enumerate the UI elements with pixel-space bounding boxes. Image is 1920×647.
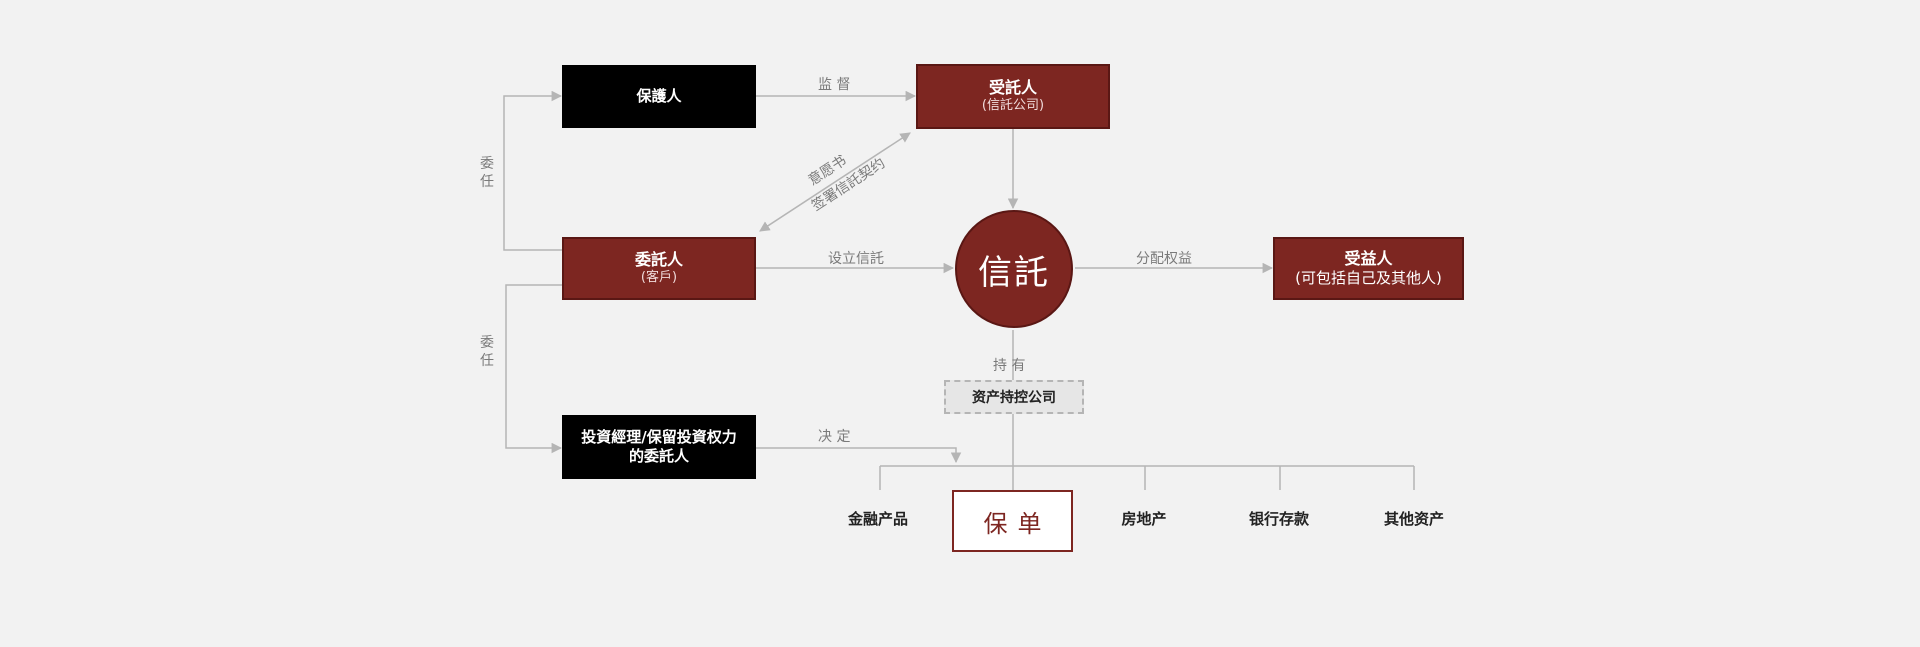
trustee-sublabel: (信託公司) [981, 98, 1045, 114]
settlor-sublabel: (客戶) [640, 270, 678, 286]
settlor-label: 委託人 [634, 250, 683, 270]
appoint-manager-label: 委任 [480, 335, 494, 369]
edge-appoint-guardian [503, 90, 563, 251]
edge-decide [756, 447, 962, 464]
policy-label: 保单 [983, 509, 1052, 538]
asset-other: 其他资产 [1383, 510, 1445, 528]
appoint-guardian-label: 委任 [480, 156, 494, 190]
asset-bank-deposits: 银行存款 [1248, 510, 1310, 528]
guardian-label: 保護人 [636, 87, 682, 106]
hold-label: 持 有 [993, 358, 1026, 374]
supervise-label: 监 督 [818, 77, 851, 93]
holding-company-label: 资产持控公司 [972, 390, 1056, 406]
decide-label: 决 定 [818, 429, 851, 445]
beneficiary-box: 受益人 (可包括自己及其他人) [1273, 237, 1464, 300]
asset-real-estate: 房地产 [1121, 510, 1167, 528]
distribute-rights-label: 分配权益 [1136, 251, 1192, 267]
trustee-box: 受託人 (信託公司) [916, 64, 1110, 129]
establish-trust-label: 设立信託 [828, 251, 884, 267]
trust-label: 信託 [978, 252, 1050, 293]
holding-company-box: 资产持控公司 [944, 380, 1084, 414]
guardian-box: 保護人 [562, 65, 756, 128]
investment-manager-box: 投資經理/保留投資权力的委託人 [562, 415, 756, 479]
beneficiary-label: 受益人 [1344, 249, 1393, 269]
trustee-label: 受託人 [988, 78, 1037, 98]
trust-structure-diagram: 保護人 受託人 (信託公司) 委託人 (客戶) 信託 受益人 (可包括自己及其他… [0, 0, 1920, 647]
settlor-box: 委託人 (客戶) [562, 237, 756, 300]
policy-box: 保单 [952, 490, 1073, 552]
edge-appoint-manager [505, 284, 563, 454]
beneficiary-sublabel: (可包括自己及其他人) [1295, 269, 1442, 288]
trust-circle: 信託 [955, 210, 1073, 328]
investment-manager-label: 投資經理/保留投資权力的委託人 [581, 428, 737, 465]
asset-financial-products: 金融产品 [847, 510, 909, 528]
